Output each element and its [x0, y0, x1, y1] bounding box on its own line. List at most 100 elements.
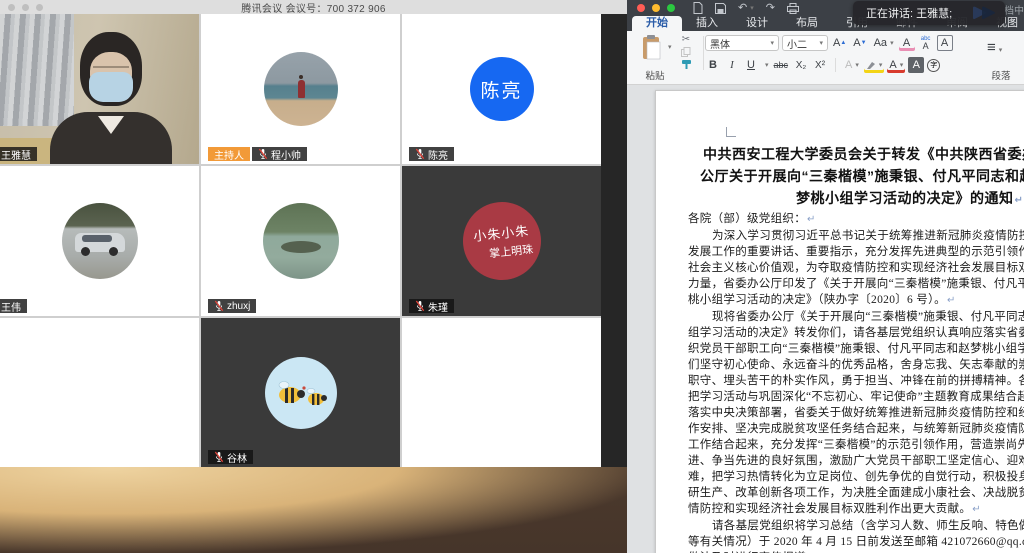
window-controls-inactive[interactable] — [8, 4, 43, 11]
doc-title-line: 公厅关于开展向“三秦楷模”施秉银、付凡平同志和赵 — [700, 165, 1024, 187]
participant-name: 程小帅 — [271, 147, 301, 162]
underline-button[interactable]: U — [743, 57, 759, 73]
character-border-button[interactable]: A — [937, 35, 953, 51]
font-name-combo[interactable]: 黑体 ▾ — [705, 35, 779, 51]
doc-line: 研生产、改革创新各项工作，为决胜全面建成小康社会、决战脱贫攻坚、夺取 — [688, 485, 1024, 501]
participant-name: 陈亮 — [428, 147, 448, 162]
avatar: 小朱小朱 掌上明珠 — [459, 198, 545, 284]
tab-设计[interactable]: 设计 — [732, 16, 782, 31]
participant-grid: 王雅慧 主持人 程小帅 陈亮 — [0, 14, 601, 467]
muted-mic-icon — [214, 451, 224, 463]
ribbon: ▾ 粘贴 ✂ 黑体 ▾ 小二 ▾ — [627, 31, 1024, 85]
word-window: ↶▾ ↷ 开始插入设计布局引用邮件审阅视图 ▾ 粘贴 — [627, 0, 1024, 553]
text-effects-button[interactable]: A▾ — [843, 57, 861, 73]
live-video-feed — [0, 14, 199, 164]
doc-line: 工作结合起来，充分发挥“三秦楷模”的示范引领作用，营造崇尚先进、学习 — [688, 437, 1024, 453]
doc-line: 为深入学习贯彻习近平总书记关于统筹推进新冠肺炎疫情防控和经济社会 — [688, 228, 1024, 244]
participant-name: 朱瑾 — [428, 299, 448, 314]
chevron-down-icon: ▾ — [770, 39, 774, 47]
document-page[interactable]: 中共西安工程大学委员会关于转发《中共陕西省委办公厅关于开展向“三秦楷模”施秉银、… — [655, 90, 1024, 553]
zoom-button[interactable] — [667, 4, 675, 12]
speaking-toast-text: 正在讲话: 王雅慧; — [853, 5, 971, 21]
video-tile-wangwei[interactable]: 王伟 — [0, 166, 199, 316]
bold-button[interactable]: B — [705, 57, 721, 73]
doc-line: 织党员干部职工向“三秦楷模”施秉银、付凡平同志和赵梦桃小组学习，学习 — [688, 341, 1024, 357]
video-tile-wangyahui[interactable]: 王雅慧 — [0, 14, 199, 164]
print-icon[interactable] — [787, 3, 799, 14]
tab-开始[interactable]: 开始 — [632, 16, 682, 31]
document-body: 各院（部）级党组织：↵为深入学习贯彻习近平总书记关于统筹推进新冠肺炎疫情防控和经… — [688, 211, 1024, 553]
muted-mic-icon — [415, 300, 425, 312]
screen: 王雅慧 主持人 程小帅 陈亮 — [0, 0, 1024, 553]
video-tile-zhujin[interactable]: 小朱小朱 掌上明珠 朱瑾 — [402, 166, 601, 316]
video-tile-zhuxj[interactable]: zhuxj — [201, 166, 400, 316]
clipboard-icon — [641, 35, 663, 61]
doc-title-line: 中共西安工程大学委员会关于转发《中共陕西省委办 — [703, 143, 1024, 165]
meeting-title: 腾讯会议 会议号：700 372 906 — [241, 0, 385, 15]
undo-icon[interactable]: ↶▾ — [738, 3, 754, 14]
video-tile-gulin[interactable]: 谷林 — [201, 318, 400, 467]
highlighter-icon — [866, 61, 876, 70]
chevron-down-icon[interactable]: ▾ — [668, 43, 672, 51]
host-badge: 主持人 — [208, 147, 250, 161]
cut-icon[interactable]: ✂ — [682, 34, 690, 45]
paragraph-mark-icon: ↵ — [972, 504, 981, 515]
muted-mic-icon — [258, 148, 268, 160]
superscript-button[interactable]: X² — [812, 57, 828, 73]
text-boundary-mark — [726, 127, 736, 137]
close-button[interactable] — [637, 4, 645, 12]
minimize-button[interactable] — [652, 4, 660, 12]
doc-line: 情防控和实现经济社会发展目标双胜利作出更大贡献。↵ — [688, 501, 1024, 518]
format-painter-icon[interactable] — [681, 59, 692, 70]
chevron-down-icon: ▾ — [750, 5, 754, 12]
chevron-down-icon: ▾ — [819, 39, 823, 47]
paste-button[interactable] — [641, 35, 663, 66]
subscript-button[interactable]: X₂ — [793, 57, 809, 73]
shrink-font-button[interactable]: A▼ — [851, 35, 868, 51]
paragraph-mark-icon: ↵ — [947, 295, 956, 306]
doc-title-line: 梦桃小组学习活动的决定》的通知↵ — [796, 187, 1024, 212]
clear-formatting-button[interactable]: A — [899, 35, 915, 51]
font-size-combo[interactable]: 小二 ▾ — [782, 35, 828, 51]
doc-line: 们坚守初心使命、永远奋斗的优秀品格，舍身忘我、矢志奉献的崇高境界，恪 — [688, 357, 1024, 373]
paste-label: 粘贴 — [633, 68, 677, 82]
paragraph-mark-icon: ↵ — [1015, 195, 1024, 206]
doc-line: 请各基层党组织将学习总结（含学习人数、师生反响、特色做法、活动图 — [688, 518, 1024, 534]
caret-down-icon: ▼ — [861, 40, 867, 46]
document-area: 中共西安工程大学委员会关于转发《中共陕西省委办公厅关于开展向“三秦楷模”施秉银、… — [627, 85, 1024, 553]
chevron-down-icon: ▾ — [900, 61, 904, 69]
tab-布局[interactable]: 布局 — [782, 16, 832, 31]
caret-up-icon: ▲ — [840, 40, 846, 46]
meeting-titlebar[interactable]: 腾讯会议 会议号：700 372 906 — [0, 0, 627, 14]
enclose-character-button[interactable]: 字 — [927, 59, 940, 72]
italic-button[interactable]: I — [724, 57, 740, 73]
avatar — [263, 203, 339, 279]
redo-icon[interactable]: ↷ — [766, 3, 775, 14]
doc-line: 力量，省委办公厅印发了《关于开展向“三秦楷模”施秉银、付凡平同志和赵 — [688, 276, 1024, 292]
doc-line: 等有关情况）于 2020 年 4 月 15 日前发送至邮箱 421072660@… — [688, 534, 1024, 550]
change-case-button[interactable]: Aa▾ — [872, 35, 896, 51]
phonetic-guide-button[interactable]: abcA — [918, 35, 934, 51]
chevron-down-icon: ▾ — [999, 47, 1003, 54]
character-shading-button[interactable]: A — [908, 57, 924, 73]
copy-icon[interactable] — [681, 47, 691, 57]
save-icon[interactable] — [715, 3, 726, 14]
chevron-down-icon[interactable]: ▾ — [765, 61, 769, 69]
speaking-toast[interactable]: 正在讲话: 王雅慧; — [853, 1, 1005, 25]
video-tile-chenliang[interactable]: 陈亮 陈亮 — [402, 14, 601, 164]
line-spacing-button[interactable]: ≡▾ — [987, 39, 1002, 56]
avatar: 陈亮 — [470, 57, 534, 121]
bees-illustration — [274, 375, 328, 411]
new-document-icon[interactable] — [693, 2, 703, 14]
tab-插入[interactable]: 插入 — [682, 16, 732, 31]
meeting-window-edge — [601, 14, 627, 467]
font-color-button[interactable]: A▾ — [887, 57, 905, 73]
grow-font-button[interactable]: A▲ — [831, 35, 848, 51]
search-in-document-hint[interactable]: 档中搜 — [1004, 2, 1024, 17]
video-tile-chengxiaoshuai[interactable]: 主持人 程小帅 — [201, 14, 400, 164]
strikethrough-button[interactable]: abc — [772, 57, 791, 73]
empty-tile — [0, 318, 199, 467]
highlight-button[interactable]: ▾ — [864, 57, 885, 73]
doc-line: 桃小组学习活动的决定》（陕办字〔2020〕6 号）。↵ — [688, 292, 1024, 309]
meeting-window: 王雅慧 主持人 程小帅 陈亮 — [0, 0, 627, 467]
